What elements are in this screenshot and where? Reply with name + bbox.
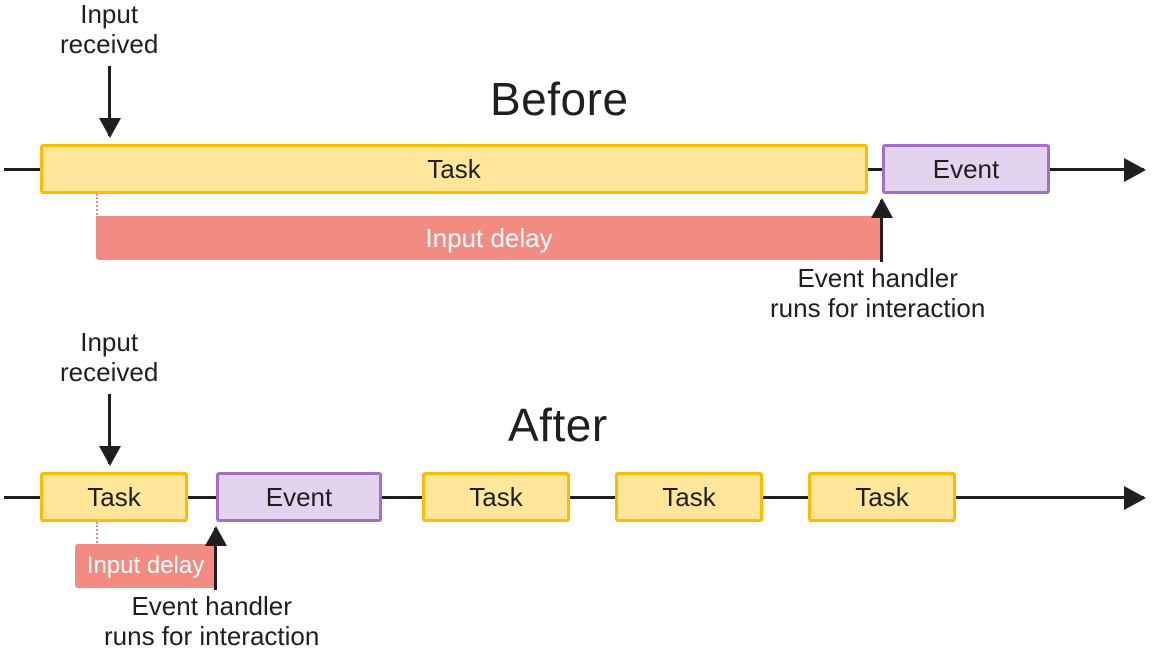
after-task2-text: Task — [469, 482, 522, 513]
after-title: After — [508, 398, 608, 452]
after-delay-block: Input delay — [75, 544, 216, 588]
before-event-text: Event — [933, 154, 1000, 185]
arrowhead-icon — [1124, 486, 1146, 510]
after-task4-block: Task — [808, 472, 956, 522]
diagram-canvas: Before Input received Task Event Input d… — [0, 0, 1155, 647]
after-handler-label: Event handler runs for interaction — [104, 592, 319, 652]
before-dotted — [96, 194, 98, 218]
before-input-arrow — [108, 66, 111, 136]
after-task4-text: Task — [855, 482, 908, 513]
before-event-block: Event — [882, 144, 1050, 194]
before-handler-label: Event handler runs for interaction — [770, 264, 985, 324]
after-event-block: Event — [216, 472, 382, 522]
after-delay-text: Input delay — [87, 552, 204, 580]
after-task1-text: Task — [87, 482, 140, 513]
after-task1-block: Task — [40, 472, 188, 522]
after-dotted — [96, 522, 98, 546]
after-task3-block: Task — [615, 472, 763, 522]
after-handler-arrow — [214, 528, 217, 590]
before-input-label: Input received — [60, 0, 158, 60]
before-handler-arrow — [880, 200, 883, 262]
after-event-text: Event — [266, 482, 333, 513]
after-task3-text: Task — [662, 482, 715, 513]
before-delay-text: Input delay — [425, 223, 552, 254]
after-input-arrow — [108, 394, 111, 464]
after-input-label: Input received — [60, 328, 158, 388]
before-task-block: Task — [40, 144, 868, 194]
before-delay-block: Input delay — [96, 216, 882, 260]
before-task-text: Task — [427, 154, 480, 185]
after-task2-block: Task — [422, 472, 570, 522]
before-title: Before — [490, 72, 629, 126]
arrowhead-icon — [1124, 158, 1146, 182]
